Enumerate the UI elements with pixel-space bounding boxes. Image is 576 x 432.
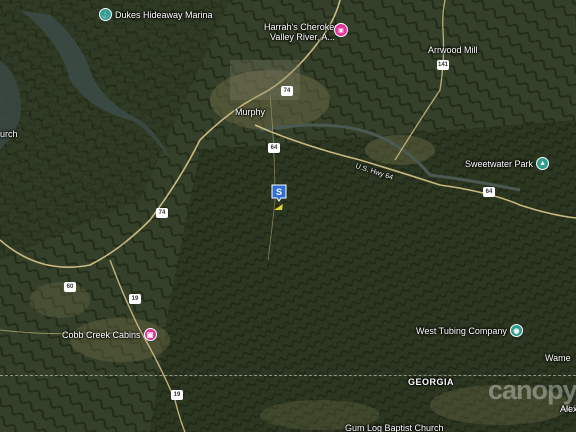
marina-icon: ⚓ (99, 8, 112, 21)
route-shield-74: 74 (281, 86, 293, 96)
property-marker[interactable]: S (271, 184, 287, 214)
route-shield-141: 141 (437, 60, 449, 70)
poi-sweetwater-park[interactable]: Sweetwater Park ▲ (465, 157, 550, 170)
poi-label: Cobb Creek Cabins (62, 329, 141, 340)
place-label-murphy: Murphy (235, 107, 266, 117)
route-shield-60: 60 (64, 282, 76, 292)
route-shield-74: 74 (156, 208, 168, 218)
route-shield-64: 64 (268, 143, 280, 153)
poi-label: West Tubing Company (416, 325, 507, 336)
place-label-church: urch (0, 129, 18, 139)
satellite-terrain (0, 0, 576, 432)
poi-cobb-creek-cabins[interactable]: Cobb Creek Cabins ▣ (62, 328, 157, 341)
poi-west-tubing-company[interactable]: West Tubing Company ◉ (416, 324, 523, 337)
place-label-gum-log-church: Gum Log Baptist Church (345, 423, 444, 432)
poi-label: Sweetwater Park (465, 158, 534, 169)
state-label-georgia: GEORGIA (408, 377, 455, 387)
poi-label: Dukes Hideaway Marina (115, 9, 213, 20)
lodging-icon: ▣ (143, 328, 157, 341)
recreation-icon: ◉ (509, 324, 523, 337)
casino-icon: ▣ (334, 23, 348, 37)
poi-label-line2: Valley River, A... (270, 32, 335, 42)
marker-label: S (276, 187, 282, 197)
canopy-watermark: canopy (488, 375, 576, 405)
park-icon: ▲ (536, 157, 550, 170)
map-canvas[interactable]: ⚓ Dukes Hideaway Marina Harrah's Cheroke… (0, 0, 576, 432)
poi-dukes-hideaway-marina[interactable]: ⚓ Dukes Hideaway Marina (99, 8, 213, 21)
route-shield-19: 19 (129, 294, 141, 304)
place-label-wame: Wame (545, 353, 571, 363)
route-shield-64: 64 (483, 187, 495, 197)
place-label-arrwood-mill: Arrwood Mill (428, 45, 478, 55)
route-shield-19: 19 (171, 390, 183, 400)
watermark-mls: MLS (562, 404, 576, 413)
poi-label: Harrah's Cherokee (264, 22, 340, 32)
